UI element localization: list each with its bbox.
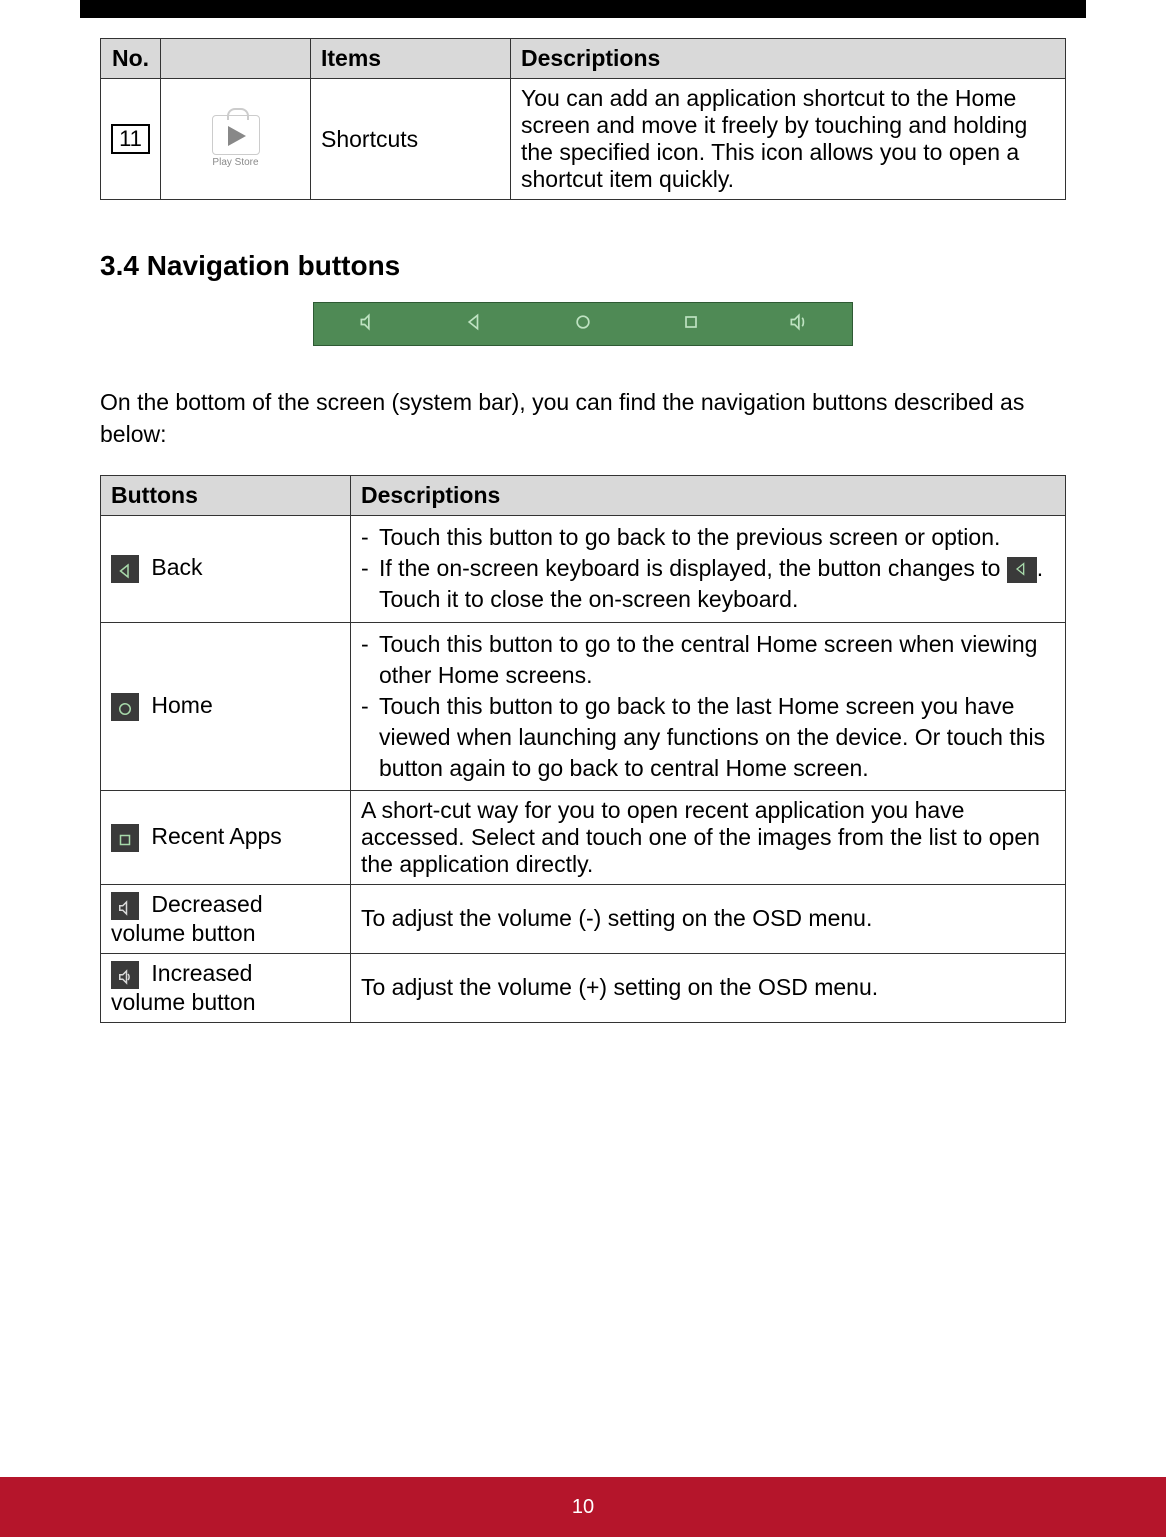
table-row: Home -Touch this button to go to the cen… — [101, 622, 1066, 790]
home-desc-2: Touch this button to go back to the last… — [379, 691, 1055, 784]
th-blank — [161, 39, 311, 79]
th-desc: Descriptions — [511, 39, 1066, 79]
back-desc-1: Touch this button to go back to the prev… — [379, 522, 1055, 553]
th-items: Items — [311, 39, 511, 79]
back-label: Back — [145, 554, 203, 580]
home-desc-1: Touch this button to go to the central H… — [379, 629, 1055, 691]
back-icon — [111, 555, 139, 583]
page-number: 10 — [572, 1496, 594, 1518]
nav-buttons-table: Buttons Descriptions Back -Touch this bu… — [100, 475, 1066, 1022]
item-name: Shortcuts — [311, 79, 511, 200]
playstore-icon: Play Store — [171, 115, 300, 168]
th-descriptions: Descriptions — [351, 476, 1066, 516]
volup-label-a: Increased — [145, 960, 252, 986]
volup-desc: To adjust the volume (+) setting on the … — [351, 953, 1066, 1022]
table-row: 11 Play Store Shortcuts You can add an a… — [101, 79, 1066, 200]
recent-icon — [681, 312, 701, 337]
row-number-box: 11 — [111, 124, 150, 154]
table-row: Back -Touch this button to go back to th… — [101, 516, 1066, 622]
recent-icon — [111, 824, 139, 852]
th-buttons: Buttons — [101, 476, 351, 516]
volume-down-icon — [111, 892, 139, 920]
home-icon — [111, 693, 139, 721]
playstore-caption: Play Store — [171, 157, 300, 168]
recent-label: Recent Apps — [145, 823, 282, 849]
home-icon — [573, 312, 593, 337]
home-label: Home — [145, 692, 213, 718]
navbar-illustration — [313, 302, 853, 346]
page-footer: 10 — [0, 1477, 1166, 1537]
volume-up-icon — [111, 961, 139, 989]
item-desc: You can add an application shortcut to t… — [511, 79, 1066, 200]
table-row: Decreased volume button To adjust the vo… — [101, 884, 1066, 953]
back-desc-2: If the on-screen keyboard is displayed, … — [379, 553, 1055, 615]
keyboard-hide-icon — [1007, 557, 1037, 583]
volup-label-b: volume button — [111, 989, 340, 1016]
section-title: 3.4 Navigation buttons — [100, 250, 1066, 282]
table-row: Recent Apps A short-cut way for you to o… — [101, 790, 1066, 884]
voldown-label-b: volume button — [111, 920, 340, 947]
voldown-desc: To adjust the volume (-) setting on the … — [351, 884, 1066, 953]
recent-desc: A short-cut way for you to open recent a… — [351, 790, 1066, 884]
volume-up-icon — [788, 312, 808, 337]
volume-down-icon — [358, 312, 378, 337]
header-bar — [80, 0, 1086, 18]
shortcuts-table: No. Items Descriptions 11 Play Store Sho… — [100, 38, 1066, 200]
voldown-label-a: Decreased — [145, 891, 263, 917]
table-row: Increased volume button To adjust the vo… — [101, 953, 1066, 1022]
th-no: No. — [101, 39, 161, 79]
intro-text: On the bottom of the screen (system bar)… — [100, 386, 1066, 450]
back-icon — [465, 312, 485, 337]
